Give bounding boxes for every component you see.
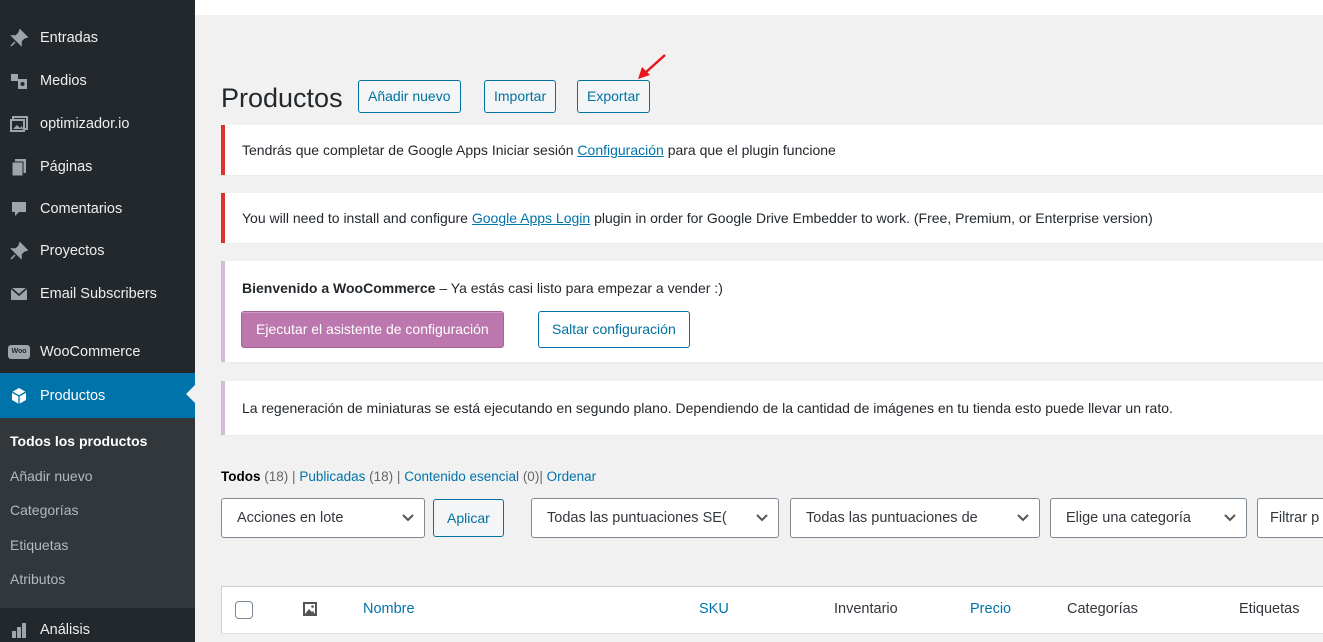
skip-setup-button[interactable]: Saltar configuración: [538, 311, 690, 348]
product-views: Todos (18) | Publicadas (18) | Contenido…: [221, 469, 596, 484]
notice-text: Bienvenido a WooCommerce – Ya estás casi…: [225, 261, 1323, 298]
column-etiquetas: Etiquetas: [1239, 601, 1300, 617]
column-nombre[interactable]: Nombre: [363, 601, 415, 617]
products-table-header: Nombre SKU Inventario Precio Categorías …: [221, 586, 1323, 634]
notice-woocommerce-welcome: Bienvenido a WooCommerce – Ya estás casi…: [221, 261, 1323, 362]
category-value: Elige una categoría: [1066, 510, 1191, 526]
chevron-down-icon: [1224, 499, 1236, 537]
view-all[interactable]: Todos: [221, 469, 261, 484]
pushpin-icon: [0, 28, 38, 48]
sidebar-item-productos[interactable]: Productos: [0, 373, 195, 418]
column-categorias: Categorías: [1067, 601, 1138, 617]
select-all-checkbox[interactable]: [235, 601, 253, 619]
view-cornerstone[interactable]: Contenido esencial: [404, 469, 519, 484]
page-title: Productos: [221, 83, 343, 113]
sidebar-item-label: WooCommerce: [40, 344, 141, 360]
readability-score-value: Todas las puntuaciones de: [806, 510, 978, 526]
admin-sidebar: Entradas Medios optimizador.io Páginas C…: [0, 0, 195, 642]
export-button[interactable]: Exportar: [577, 80, 650, 113]
image-icon: [302, 601, 318, 620]
submenu-anadir-nuevo[interactable]: Añadir nuevo: [0, 463, 195, 498]
notice-text-after: plugin in order for Google Drive Embedde…: [590, 210, 1153, 226]
column-sku[interactable]: SKU: [699, 601, 729, 617]
sidebar-item-label: Análisis: [40, 622, 90, 638]
sidebar-item-label: Entradas: [40, 30, 99, 46]
notice-text-before: Tendrás que completar de Google Apps Ini…: [242, 142, 578, 158]
column-inventario: Inventario: [834, 601, 898, 617]
woocommerce-icon-text: Woo: [8, 345, 30, 359]
chevron-down-icon: [1017, 499, 1029, 537]
product-icon: [0, 386, 38, 406]
productos-submenu: Todos los productos Añadir nuevo Categor…: [0, 418, 195, 608]
category-filter[interactable]: Elige una categoría: [1050, 498, 1247, 538]
view-cornerstone-count: (0): [522, 469, 540, 484]
view-separator: |: [396, 469, 401, 484]
sidebar-item-optimizador[interactable]: optimizador.io: [0, 104, 195, 144]
sidebar-item-paginas[interactable]: Páginas: [0, 147, 195, 187]
submenu-categorias[interactable]: Categorías: [0, 497, 195, 532]
sidebar-item-proyectos[interactable]: Proyectos: [0, 231, 195, 271]
submenu-etiquetas[interactable]: Etiquetas: [0, 532, 195, 567]
view-separator: |: [539, 469, 543, 484]
sidebar-item-analisis[interactable]: Análisis: [0, 610, 195, 642]
column-precio[interactable]: Precio: [970, 601, 1011, 617]
seo-score-filter[interactable]: Todas las puntuaciones SE(: [531, 498, 779, 538]
sidebar-item-entradas[interactable]: Entradas: [0, 18, 195, 58]
media-icon: [0, 71, 38, 91]
sidebar-item-label: Páginas: [40, 159, 93, 175]
notice-text: La regeneración de miniaturas se está ej…: [242, 400, 1173, 416]
view-published-count: (18): [369, 469, 394, 484]
bulk-actions-select[interactable]: Acciones en lote: [221, 498, 425, 538]
sidebar-item-medios[interactable]: Medios: [0, 61, 195, 101]
add-new-button[interactable]: Añadir nuevo: [358, 80, 461, 113]
view-sort[interactable]: Ordenar: [547, 469, 597, 484]
google-apps-login-link[interactable]: Google Apps Login: [472, 210, 590, 226]
notice-text-rest: – Ya estás casi listo para empezar a ven…: [435, 280, 723, 296]
annotation-arrow-icon: [638, 54, 666, 79]
sidebar-item-email-subscribers[interactable]: Email Subscribers: [0, 274, 195, 314]
sidebar-item-label: Medios: [40, 73, 87, 89]
view-all-count: (18): [264, 469, 289, 484]
sidebar-item-label: Productos: [40, 387, 106, 404]
chevron-down-icon: [756, 499, 768, 537]
sidebar-item-woocommerce[interactable]: Woo WooCommerce: [0, 332, 195, 372]
apply-button[interactable]: Aplicar: [433, 499, 504, 537]
notice-google-apps-config: Tendrás que completar de Google Apps Ini…: [221, 125, 1323, 175]
notice-text: Tendrás que completar de Google Apps Ini…: [225, 125, 1323, 175]
sidebar-item-label: Proyectos: [40, 243, 105, 259]
bar-chart-icon: [0, 620, 38, 640]
bulk-actions-value: Acciones en lote: [237, 510, 344, 526]
woocommerce-icon: Woo: [0, 345, 38, 359]
config-link[interactable]: Configuración: [577, 142, 663, 158]
page-icon: [0, 157, 38, 177]
comment-icon: [0, 199, 38, 219]
sidebar-item-label: Comentarios: [40, 201, 123, 217]
seo-score-value: Todas las puntuaciones SE(: [547, 510, 727, 526]
product-type-filter[interactable]: Filtrar p: [1257, 498, 1323, 538]
pushpin-icon: [0, 241, 38, 261]
submenu-todos-los-productos[interactable]: Todos los productos: [0, 428, 195, 463]
run-setup-wizard-button[interactable]: Ejecutar el asistente de configuración: [241, 311, 504, 348]
view-separator: |: [292, 469, 296, 484]
readability-score-filter[interactable]: Todas las puntuaciones de: [790, 498, 1040, 538]
sidebar-item-comentarios[interactable]: Comentarios: [0, 189, 195, 229]
sidebar-item-label: Email Subscribers: [40, 286, 157, 302]
email-icon: [0, 284, 38, 304]
notice-strong-text: Bienvenido a WooCommerce: [242, 280, 436, 296]
notice-text-after: para que el plugin funcione: [663, 142, 836, 158]
notice-google-drive-embedder: You will need to install and configure G…: [221, 193, 1323, 243]
product-type-value: Filtrar p: [1270, 510, 1320, 526]
gallery-icon: [0, 114, 38, 134]
view-published[interactable]: Publicadas: [299, 469, 365, 484]
main-content: Productos Añadir nuevo Importar Exportar…: [195, 0, 1323, 642]
chevron-down-icon: [402, 499, 414, 537]
top-strip: [195, 0, 1323, 15]
notice-text-before: You will need to install and configure: [242, 210, 472, 226]
sidebar-item-label: optimizador.io: [40, 116, 130, 132]
notice-thumbnail-regeneration: La regeneración de miniaturas se está ej…: [221, 381, 1323, 435]
import-button[interactable]: Importar: [484, 80, 557, 113]
notice-text: You will need to install and configure G…: [225, 193, 1323, 243]
view-all-label: Todos: [221, 469, 261, 484]
submenu-atributos[interactable]: Atributos: [0, 566, 195, 601]
